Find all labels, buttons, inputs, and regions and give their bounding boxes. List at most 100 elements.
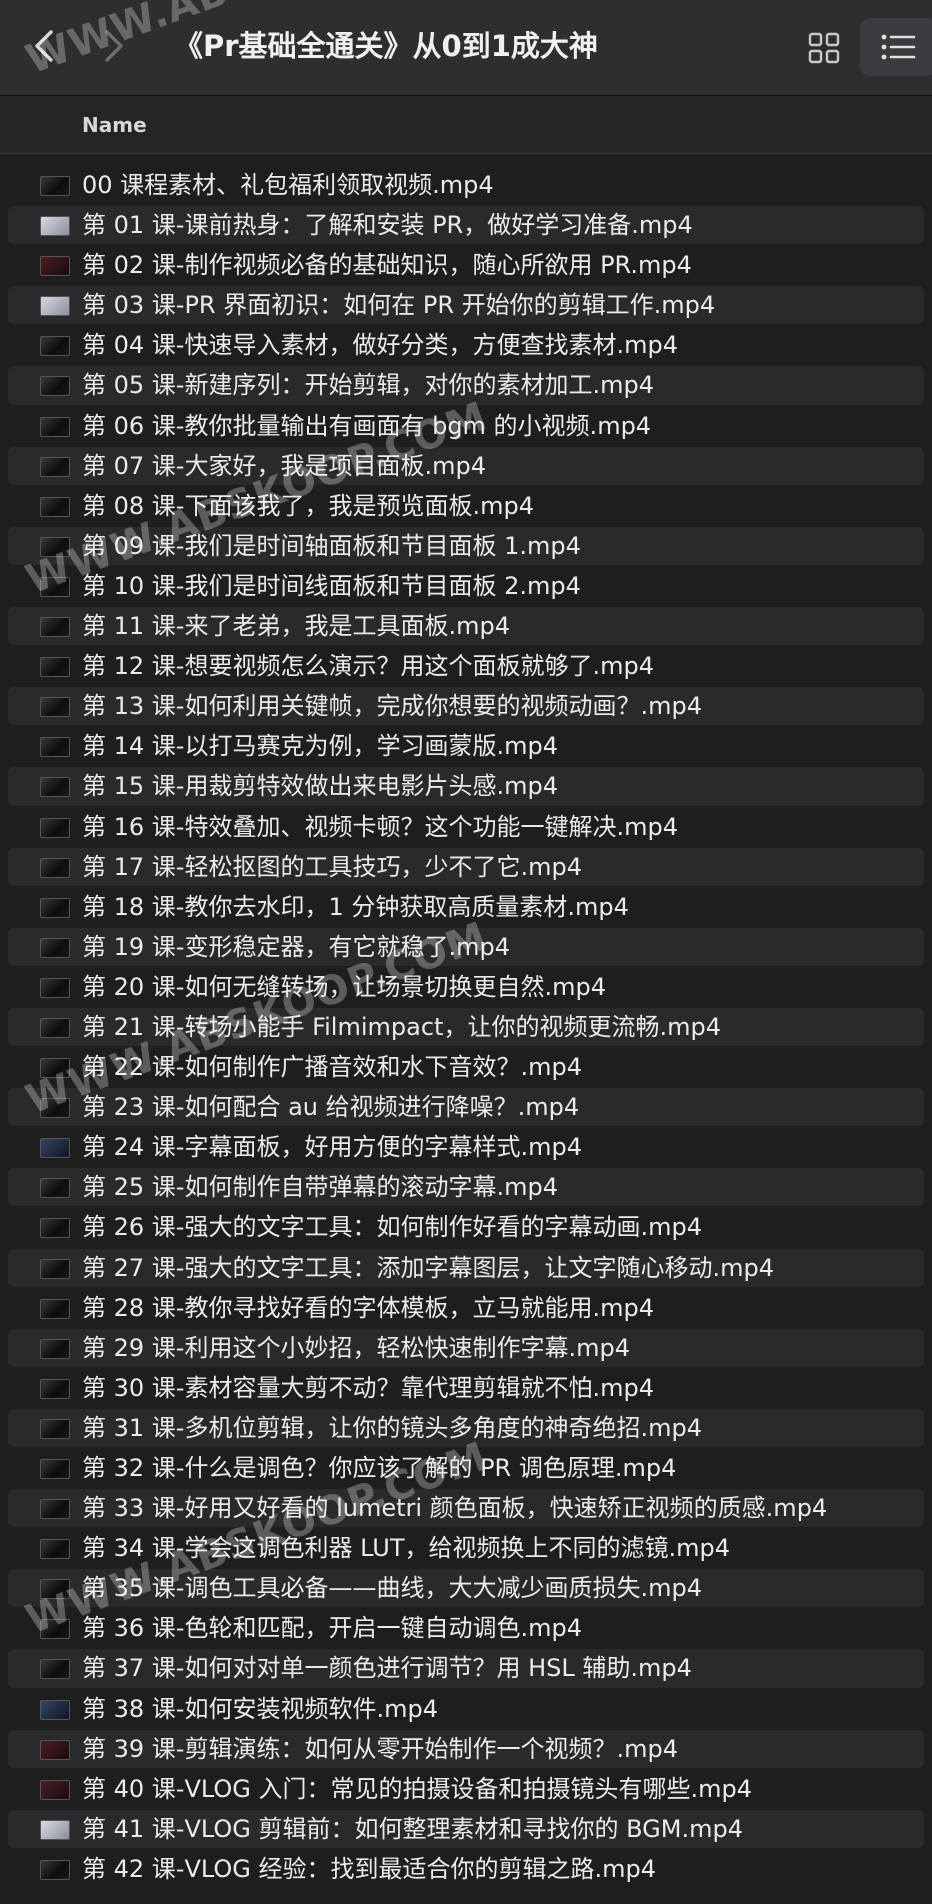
file-row[interactable]: 第 26 课-强大的文字工具：如何制作好看的字幕动画.mp4	[0, 1207, 932, 1247]
video-file-icon	[40, 256, 70, 277]
file-row[interactable]: 第 04 课-快速导入素材，做好分类，方便查找素材.mp4	[0, 325, 932, 365]
file-name: 第 01 课-课前热身：了解和安装 PR，做好学习准备.mp4	[82, 211, 693, 240]
list-view-icon	[881, 34, 916, 60]
video-file-icon	[40, 777, 70, 798]
file-row[interactable]: 第 20 课-如何无缝转场，让场景切换更自然.mp4	[0, 967, 932, 1007]
file-row[interactable]: 第 18 课-教你去水印，1 分钟获取高质量素材.mp4	[0, 887, 932, 927]
video-file-icon	[40, 1699, 70, 1720]
file-row[interactable]: 00 课程素材、礼包福利领取视频.mp4	[0, 165, 932, 205]
video-file-icon	[40, 1659, 70, 1680]
video-file-icon	[40, 737, 70, 758]
grid-view-icon	[808, 32, 840, 64]
file-row[interactable]: 第 24 课-字幕面板，好用方便的字幕样式.mp4	[0, 1127, 932, 1167]
file-row[interactable]: 第 07 课-大家好，我是项目面板.mp4	[0, 446, 932, 486]
video-file-icon	[40, 817, 70, 838]
file-row[interactable]: 第 32 课-什么是调色？你应该了解的 PR 调色原理.mp4	[0, 1448, 932, 1488]
video-file-icon	[40, 857, 70, 878]
file-name: 第 12 课-想要视频怎么演示？用这个面板就够了.mp4	[82, 652, 654, 681]
video-file-icon	[40, 1258, 70, 1279]
chevron-left-icon	[35, 30, 53, 62]
toolbar: 《Pr基础全通关》从0到1成大神	[0, 0, 932, 96]
video-file-icon	[40, 1779, 70, 1800]
file-row[interactable]: 第 11 课-来了老弟，我是工具面板.mp4	[0, 606, 932, 646]
file-name: 第 23 课-如何配合 au 给视频进行降噪？.mp4	[82, 1093, 580, 1122]
file-row[interactable]: 第 31 课-多机位剪辑，让你的镜头多角度的神奇绝招.mp4	[0, 1408, 932, 1448]
video-file-icon	[40, 897, 70, 918]
file-row[interactable]: 第 03 课-PR 界面初识：如何在 PR 开始你的剪辑工作.mp4	[0, 285, 932, 325]
file-name: 第 05 课-新建序列：开始剪辑，对你的素材加工.mp4	[82, 371, 654, 400]
file-name: 第 40 课-VLOG 入门：常见的拍摄设备和拍摄镜头有哪些.mp4	[82, 1774, 753, 1803]
video-file-icon	[40, 977, 70, 998]
file-row[interactable]: 第 16 课-特效叠加、视频卡顿？这个功能一键解决.mp4	[0, 807, 932, 847]
file-row[interactable]: 第 37 课-如何对对单一颜色进行调节？用 HSL 辅助.mp4	[0, 1648, 932, 1688]
file-name: 第 14 课-以打马赛克为例，学习画蒙版.mp4	[82, 732, 558, 761]
file-row[interactable]: 第 42 课-VLOG 经验：找到最适合你的剪辑之路.mp4	[0, 1849, 932, 1889]
file-row[interactable]: 第 39 课-剪辑演练：如何从零开始制作一个视频？.mp4	[0, 1729, 932, 1769]
name-column-label: Name	[82, 113, 147, 137]
file-row[interactable]: 第 01 课-课前热身：了解和安装 PR，做好学习准备.mp4	[0, 205, 932, 245]
video-file-icon	[40, 1298, 70, 1319]
video-file-icon	[40, 657, 70, 678]
video-file-icon	[40, 1619, 70, 1640]
file-row[interactable]: 第 33 课-好用又好看的 lumetri 颜色面板，快速矫正视频的质感.mp4	[0, 1488, 932, 1528]
file-row[interactable]: 第 40 课-VLOG 入门：常见的拍摄设备和拍摄镜头有哪些.mp4	[0, 1769, 932, 1809]
file-row[interactable]: 第 19 课-变形稳定器，有它就稳了.mp4	[0, 927, 932, 967]
file-row[interactable]: 第 02 课-制作视频必备的基础知识，随心所欲用 PR.mp4	[0, 245, 932, 285]
file-name: 第 20 课-如何无缝转场，让场景切换更自然.mp4	[82, 972, 606, 1001]
file-name: 第 08 课-下面该我了，我是预览面板.mp4	[82, 491, 534, 520]
file-row[interactable]: 第 14 课-以打马赛克为例，学习画蒙版.mp4	[0, 726, 932, 766]
video-file-icon	[40, 1739, 70, 1760]
file-row[interactable]: 第 17 课-轻松抠图的工具技巧，少不了它.mp4	[0, 847, 932, 887]
file-row[interactable]: 第 05 课-新建序列：开始剪辑，对你的素材加工.mp4	[0, 365, 932, 405]
file-name: 第 25 课-如何制作自带弹幕的滚动字幕.mp4	[82, 1173, 558, 1202]
list-view-button[interactable]	[860, 18, 932, 76]
file-name: 第 33 课-好用又好看的 lumetri 颜色面板，快速矫正视频的质感.mp4	[82, 1494, 828, 1523]
file-row[interactable]: 第 38 课-如何安装视频软件.mp4	[0, 1689, 932, 1729]
file-row[interactable]: 第 35 课-调色工具必备——曲线，大大减少画质损失.mp4	[0, 1568, 932, 1608]
video-file-icon	[40, 416, 70, 437]
file-name: 第 22 课-如何制作广播音效和水下音效？.mp4	[82, 1053, 582, 1082]
file-row[interactable]: 第 08 课-下面该我了，我是预览面板.mp4	[0, 486, 932, 526]
video-file-icon	[40, 456, 70, 477]
video-file-icon	[40, 1859, 70, 1880]
file-row[interactable]: 第 30 课-素材容量大剪不动？靠代理剪辑就不怕.mp4	[0, 1368, 932, 1408]
file-name: 第 35 课-调色工具必备——曲线，大大减少画质损失.mp4	[82, 1574, 702, 1603]
video-file-icon	[40, 1098, 70, 1119]
file-name: 第 09 课-我们是时间轴面板和节目面板 1.mp4	[82, 531, 581, 560]
file-row[interactable]: 第 29 课-利用这个小妙招，轻松快速制作字幕.mp4	[0, 1328, 932, 1368]
video-file-icon	[40, 1579, 70, 1600]
file-row[interactable]: 第 41 课-VLOG 剪辑前：如何整理素材和寻找你的 BGM.mp4	[0, 1809, 932, 1849]
file-row[interactable]: 第 27 课-强大的文字工具：添加字幕图层，让文字随心移动.mp4	[0, 1248, 932, 1288]
file-row[interactable]: 第 23 课-如何配合 au 给视频进行降噪？.mp4	[0, 1087, 932, 1127]
video-file-icon	[40, 176, 70, 196]
file-row[interactable]: 第 36 课-色轮和匹配，开启一键自动调色.mp4	[0, 1608, 932, 1648]
file-row[interactable]: 第 25 课-如何制作自带弹幕的滚动字幕.mp4	[0, 1167, 932, 1207]
file-name: 第 32 课-什么是调色？你应该了解的 PR 调色原理.mp4	[82, 1454, 677, 1482]
file-row[interactable]: 第 12 课-想要视频怎么演示？用这个面板就够了.mp4	[0, 646, 932, 686]
file-row[interactable]: 第 09 课-我们是时间轴面板和节目面板 1.mp4	[0, 526, 932, 566]
file-row[interactable]: 第 21 课-转场小能手 Filmimpact，让你的视频更流畅.mp4	[0, 1007, 932, 1047]
video-file-icon	[40, 296, 70, 317]
video-file-icon	[40, 1338, 70, 1359]
file-row[interactable]: 第 15 课-用裁剪特效做出来电影片头感.mp4	[0, 766, 932, 806]
back-button[interactable]	[24, 22, 64, 70]
column-header[interactable]: Name	[0, 96, 932, 154]
file-row[interactable]: 第 10 课-我们是时间线面板和节目面板 2.mp4	[0, 566, 932, 606]
file-row[interactable]: 第 22 课-如何制作广播音效和水下音效？.mp4	[0, 1047, 932, 1087]
file-name: 第 11 课-来了老弟，我是工具面板.mp4	[82, 612, 510, 641]
window-title: 《Pr基础全通关》从0到1成大神	[174, 29, 598, 63]
forward-button[interactable]	[94, 22, 134, 70]
video-file-icon	[40, 1418, 70, 1439]
video-file-icon	[40, 1138, 70, 1159]
finder-window: 《Pr基础全通关》从0到1成大神 Name 00 课程素材、礼包福利领取视频.m…	[0, 0, 932, 1904]
file-row[interactable]: 第 13 课-如何利用关键帧，完成你想要的视频动画？.mp4	[0, 686, 932, 726]
file-row[interactable]: 第 06 课-教你批量输出有画面有 bgm 的小视频.mp4	[0, 406, 932, 446]
file-row[interactable]: 第 28 课-教你寻找好看的字体模板，立马就能用.mp4	[0, 1288, 932, 1328]
video-file-icon	[40, 1058, 70, 1079]
file-name: 第 34 课-学会这调色利器 LUT，给视频换上不同的滤镜.mp4	[82, 1534, 730, 1563]
video-file-icon	[40, 1499, 70, 1520]
video-file-icon	[40, 216, 70, 237]
file-row[interactable]: 第 34 课-学会这调色利器 LUT，给视频换上不同的滤镜.mp4	[0, 1528, 932, 1568]
grid-view-button[interactable]	[800, 24, 848, 72]
file-name: 第 03 课-PR 界面初识：如何在 PR 开始你的剪辑工作.mp4	[82, 291, 716, 320]
